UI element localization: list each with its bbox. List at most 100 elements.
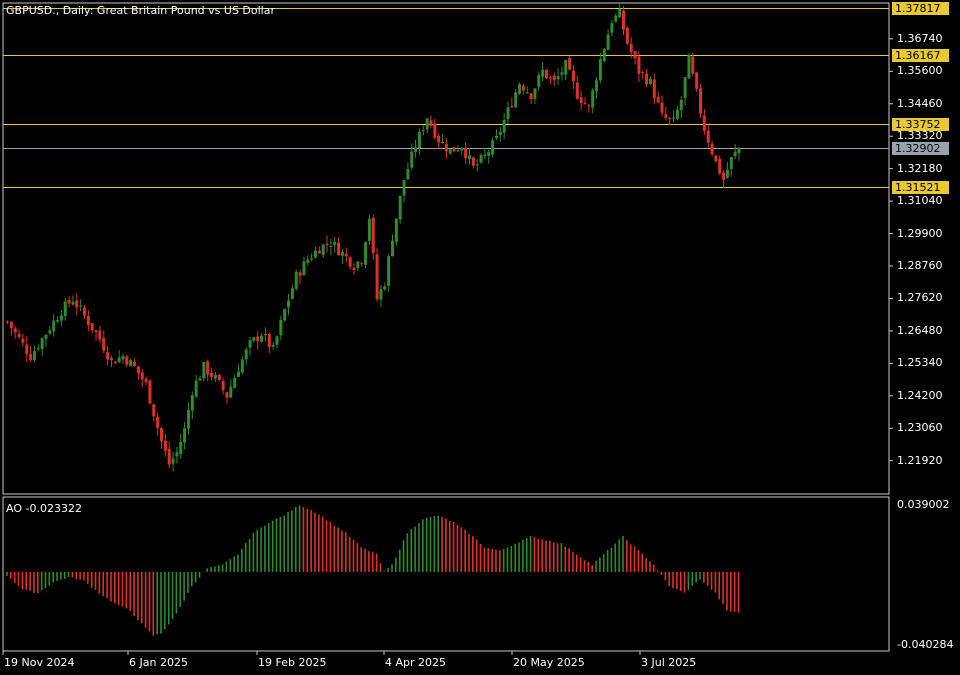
candle[interactable] xyxy=(163,433,167,457)
candle[interactable] xyxy=(598,52,602,84)
candle[interactable] xyxy=(571,64,575,90)
candle[interactable] xyxy=(506,101,510,124)
candle[interactable] xyxy=(602,47,606,63)
candle[interactable] xyxy=(156,412,160,436)
candle[interactable] xyxy=(186,402,190,435)
candle[interactable] xyxy=(229,379,233,399)
candle[interactable] xyxy=(722,170,726,189)
candle[interactable] xyxy=(133,358,137,367)
candle[interactable] xyxy=(541,62,545,82)
candle[interactable] xyxy=(86,310,90,332)
candle[interactable] xyxy=(198,375,202,381)
candle[interactable] xyxy=(202,361,206,382)
candle[interactable] xyxy=(648,76,652,86)
candle[interactable] xyxy=(148,379,152,405)
candle[interactable] xyxy=(325,235,329,253)
candle[interactable] xyxy=(9,321,13,336)
candle[interactable] xyxy=(121,353,125,364)
candle[interactable] xyxy=(63,297,67,321)
candle[interactable] xyxy=(125,354,129,368)
candle[interactable] xyxy=(448,149,452,156)
candle[interactable] xyxy=(460,147,464,155)
candle[interactable] xyxy=(402,179,406,203)
candle[interactable] xyxy=(610,20,614,37)
candle[interactable] xyxy=(271,342,275,350)
candle[interactable] xyxy=(356,260,360,272)
candle[interactable] xyxy=(225,391,229,405)
candle[interactable] xyxy=(129,358,133,367)
candle[interactable] xyxy=(302,256,306,276)
candle[interactable] xyxy=(13,326,17,339)
candle[interactable] xyxy=(710,140,714,157)
candle[interactable] xyxy=(545,69,548,80)
candle[interactable] xyxy=(171,451,175,472)
candle[interactable] xyxy=(664,106,668,121)
candle[interactable] xyxy=(298,269,302,285)
candle[interactable] xyxy=(152,404,156,422)
candle[interactable] xyxy=(487,149,491,164)
candle[interactable] xyxy=(329,238,333,256)
candle[interactable] xyxy=(579,90,583,111)
candle[interactable] xyxy=(287,293,291,316)
candle[interactable] xyxy=(660,95,664,117)
candle[interactable] xyxy=(306,255,310,266)
candle[interactable] xyxy=(387,254,391,292)
candle[interactable] xyxy=(160,427,163,449)
candle[interactable] xyxy=(340,249,344,264)
candle[interactable] xyxy=(48,326,52,336)
candle[interactable] xyxy=(25,336,29,363)
candle[interactable] xyxy=(587,104,591,113)
candle[interactable] xyxy=(367,214,371,246)
candle[interactable] xyxy=(167,441,171,469)
candle[interactable] xyxy=(494,129,498,140)
candle[interactable] xyxy=(364,241,368,269)
candle[interactable] xyxy=(217,373,221,382)
candle[interactable] xyxy=(464,141,468,165)
candle[interactable] xyxy=(672,110,676,123)
candle[interactable] xyxy=(183,421,187,450)
candle[interactable] xyxy=(314,246,317,259)
candle[interactable] xyxy=(394,218,398,246)
candle[interactable] xyxy=(6,320,9,324)
candle[interactable] xyxy=(106,346,110,366)
candle[interactable] xyxy=(479,153,483,165)
candle[interactable] xyxy=(279,315,283,340)
candle[interactable] xyxy=(414,139,418,158)
candle[interactable] xyxy=(83,304,86,319)
candle[interactable] xyxy=(718,155,722,176)
candle[interactable] xyxy=(433,118,437,140)
candle[interactable] xyxy=(518,82,522,96)
candle[interactable] xyxy=(213,372,217,383)
candle[interactable] xyxy=(206,359,210,382)
candle[interactable] xyxy=(40,337,44,356)
candle[interactable] xyxy=(256,331,260,350)
candle[interactable] xyxy=(210,367,214,381)
candle[interactable] xyxy=(59,309,63,327)
price-chart-canvas[interactable] xyxy=(0,0,960,675)
candle[interactable] xyxy=(525,86,529,94)
candle[interactable] xyxy=(687,53,691,79)
candle[interactable] xyxy=(310,253,314,262)
candle[interactable] xyxy=(656,91,660,104)
candle[interactable] xyxy=(452,147,456,152)
candle[interactable] xyxy=(56,316,60,323)
candle[interactable] xyxy=(136,366,140,380)
candle[interactable] xyxy=(729,156,733,177)
candle[interactable] xyxy=(691,52,695,77)
candle[interactable] xyxy=(591,88,595,114)
candle[interactable] xyxy=(290,284,294,300)
candle[interactable] xyxy=(398,195,402,224)
candle[interactable] xyxy=(725,161,729,179)
candle[interactable] xyxy=(144,376,148,386)
candle[interactable] xyxy=(79,299,83,312)
candle[interactable] xyxy=(537,71,541,91)
candle[interactable] xyxy=(702,108,706,135)
candle[interactable] xyxy=(317,246,321,254)
candle[interactable] xyxy=(98,325,102,344)
candle[interactable] xyxy=(595,76,599,99)
candle[interactable] xyxy=(383,282,387,292)
candle[interactable] xyxy=(244,347,248,365)
candle[interactable] xyxy=(645,68,649,88)
candle[interactable] xyxy=(521,83,525,95)
candle[interactable] xyxy=(706,124,710,148)
